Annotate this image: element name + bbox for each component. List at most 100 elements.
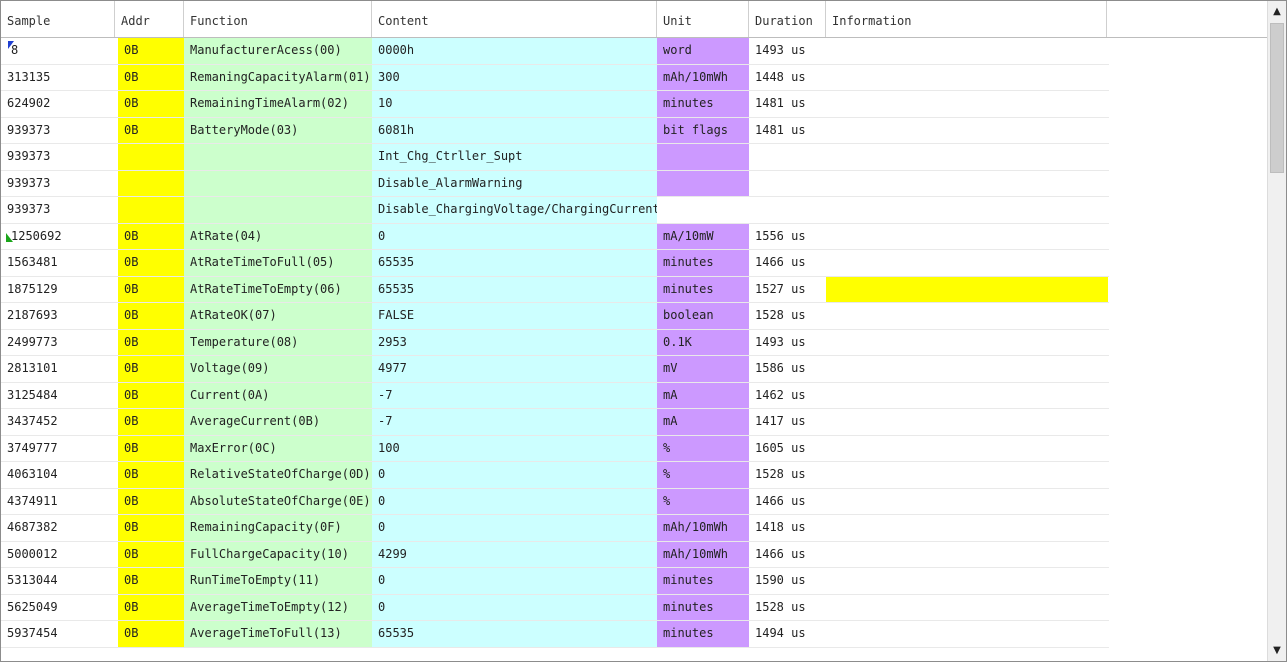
duration-cell: 1590 us — [749, 568, 824, 594]
sample-cell: 5625049 — [1, 594, 115, 620]
addr-cell: 0B — [118, 541, 184, 567]
duration-cell — [749, 170, 824, 196]
content-cell: 100 — [372, 435, 657, 461]
sample-cell: 5313044 — [1, 568, 115, 594]
column-header-addr[interactable]: Addr — [115, 1, 184, 37]
table-row[interactable]: 5937454 0B AverageTimeToFull(13) 65535 minut… — [1, 621, 1109, 648]
duration-cell: 1527 us — [749, 276, 824, 302]
content-cell: 0 — [372, 515, 657, 541]
addr-cell: 0B — [118, 223, 184, 249]
duration-cell: 1556 us — [749, 223, 824, 249]
vertical-scrollbar[interactable]: ▲ ▼ — [1267, 1, 1286, 661]
table-row[interactable]: 5625049 0B AverageTimeToEmpty(12) 0 minutes 1… — [1, 594, 1109, 621]
column-header-unit[interactable]: Unit — [657, 1, 749, 37]
unit-cell: mA/10mW — [657, 223, 749, 249]
column-header-sample[interactable]: Sample — [1, 1, 115, 37]
duration-cell: 1462 us — [749, 382, 824, 408]
information-cell — [826, 621, 1108, 647]
function-cell: RemaningCapacityAlarm(01) — [184, 64, 372, 90]
content-cell: 10 — [372, 91, 657, 117]
information-cell — [826, 38, 1108, 64]
unit-cell: minutes — [657, 621, 749, 647]
information-cell — [826, 91, 1108, 117]
function-cell: RemainingTimeAlarm(02) — [184, 91, 372, 117]
table-row[interactable]: 4063104 0B RelativeStateOfCharge(0D) 0% 1528… — [1, 462, 1109, 489]
table-row[interactable]: 8 0B ManufacturerAcess(00) 0000h word 1493 us — [1, 38, 1109, 65]
column-header-duration[interactable]: Duration — [749, 1, 826, 37]
addr-cell: 0B — [118, 276, 184, 302]
table-row[interactable]: 4687382 0B RemainingCapacity(0F) 0 mAh/10mWh… — [1, 515, 1109, 542]
table-row[interactable]: 313135 0B RemaningCapacityAlarm(01) 300 mAh/… — [1, 64, 1109, 91]
table-row[interactable]: 2499773 0B Temperature(08) 2953 0.1K 1493 us — [1, 329, 1109, 356]
table-row[interactable]: 939373 Disable_ChargingVoltage/ChargingCu… — [1, 197, 1109, 224]
addr-cell — [118, 170, 184, 196]
unit-cell: minutes — [657, 250, 749, 276]
table-row[interactable]: 939373 Disable_AlarmWarning — [1, 170, 1109, 197]
scrollbar-thumb[interactable] — [1270, 23, 1284, 173]
function-cell: AtRateTimeToFull(05) — [184, 250, 372, 276]
table-row[interactable]: 939373 0B BatteryMode(03) 6081h bit flags 148… — [1, 117, 1109, 144]
function-cell: AtRate(04) — [184, 223, 372, 249]
table-row[interactable]: 1250692 0B AtRate(04) 0 mA/10mW 1556 us — [1, 223, 1109, 250]
function-cell: MaxError(0C) — [184, 435, 372, 461]
column-header-content[interactable]: Content — [372, 1, 657, 37]
unit-cell — [657, 197, 749, 223]
function-cell: AtRateOK(07) — [184, 303, 372, 329]
header-filler — [1107, 1, 1267, 37]
duration-cell: 1417 us — [749, 409, 824, 435]
addr-cell: 0B — [118, 329, 184, 355]
information-cell — [826, 117, 1108, 143]
duration-cell: 1528 us — [749, 462, 824, 488]
table-row[interactable]: 1563481 0B AtRateTimeToFull(05) 65535 minute… — [1, 250, 1109, 277]
arrow-up-icon[interactable]: ▲ — [1268, 3, 1286, 20]
unit-cell — [657, 170, 749, 196]
bookmark-marker-green-icon — [6, 232, 13, 242]
sample-cell: 8 — [1, 38, 115, 64]
unit-cell: % — [657, 488, 749, 514]
unit-cell: mAh/10mWh — [657, 541, 749, 567]
function-cell: FullChargeCapacity(10) — [184, 541, 372, 567]
arrow-down-icon[interactable]: ▼ — [1268, 642, 1286, 659]
content-cell: -7 — [372, 409, 657, 435]
content-cell: 65535 — [372, 621, 657, 647]
table-row[interactable]: 2187693 0B AtRateOK(07) FALSE boolean 1528 us — [1, 303, 1109, 330]
unit-cell: mA — [657, 409, 749, 435]
information-cell — [826, 568, 1108, 594]
addr-cell: 0B — [118, 117, 184, 143]
addr-cell — [118, 144, 184, 170]
function-cell: RunTimeToEmpty(11) — [184, 568, 372, 594]
table-row[interactable]: 2813101 0B Voltage(09) 4977 mV 1586 us — [1, 356, 1109, 383]
duration-cell: 1528 us — [749, 303, 824, 329]
unit-cell: word — [657, 38, 749, 64]
table-row[interactable]: 4374911 0B AbsoluteStateOfCharge(0E) 0% 1466… — [1, 488, 1109, 515]
function-cell: RemainingCapacity(0F) — [184, 515, 372, 541]
sample-cell: 313135 — [1, 64, 115, 90]
column-header-information[interactable]: Information — [826, 1, 1107, 37]
information-cell — [826, 541, 1108, 567]
table-row[interactable]: 3749777 0B MaxError(0C) 100% 1605 us — [1, 435, 1109, 462]
function-cell: Voltage(09) — [184, 356, 372, 382]
duration-cell: 1586 us — [749, 356, 824, 382]
information-cell — [826, 382, 1108, 408]
table-row[interactable]: 5313044 0B RunTimeToEmpty(11) 0 minutes 1590 … — [1, 568, 1109, 595]
content-cell: Int_Chg_Ctrller_Supt — [372, 144, 657, 170]
content-cell: 4977 — [372, 356, 657, 382]
decoded-data-grid[interactable]: Sample Addr Function Content Unit Durati… — [1, 1, 1267, 661]
addr-cell: 0B — [118, 435, 184, 461]
addr-cell: 0B — [118, 64, 184, 90]
sample-cell: 4063104 — [1, 462, 115, 488]
table-row[interactable]: 1875129 0B AtRateTimeToEmpty(06) 65535 minut… — [1, 276, 1109, 303]
table-row[interactable]: 939373 Int_Chg_Ctrller_Supt — [1, 144, 1109, 171]
table-row[interactable]: 5000012 0B FullChargeCapacity(10) 4299 mAh/1… — [1, 541, 1109, 568]
unit-cell: mAh/10mWh — [657, 64, 749, 90]
content-cell: Disable_AlarmWarning — [372, 170, 657, 196]
column-header-function[interactable]: Function — [184, 1, 372, 37]
function-cell: Current(0A) — [184, 382, 372, 408]
addr-cell: 0B — [118, 515, 184, 541]
table-row[interactable]: 624902 0B RemainingTimeAlarm(02) 10 minutes 1… — [1, 91, 1109, 118]
unit-cell: boolean — [657, 303, 749, 329]
duration-cell: 1493 us — [749, 329, 824, 355]
table-row[interactable]: 3437452 0B AverageCurrent(0B) -7 mA 1417 us — [1, 409, 1109, 436]
table-row[interactable]: 3125484 0B Current(0A) -7 mA 1462 us — [1, 382, 1109, 409]
duration-cell — [749, 144, 824, 170]
